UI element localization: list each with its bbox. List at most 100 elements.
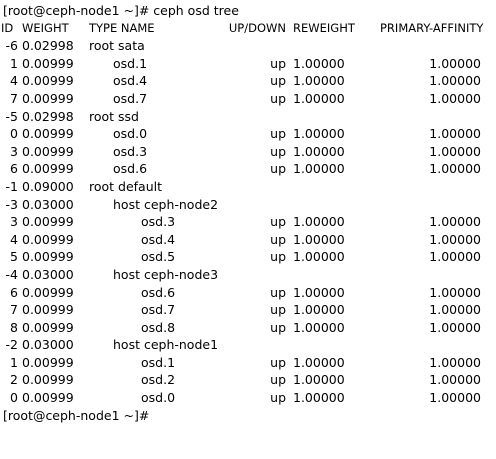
row-name: root ssd <box>89 108 139 124</box>
row-name: osd.6 <box>113 161 148 177</box>
row-reweight: 1.00000 <box>293 55 345 71</box>
row-id: 7 <box>10 90 18 106</box>
row-weight: 0.00999 <box>22 73 74 89</box>
table-row: 1 0.00999 osd.1 up 1.00000 1.00000 <box>0 55 496 73</box>
table-row: 1 0.00999 osd.1 up 1.00000 1.00000 <box>0 354 496 372</box>
row-id: -1 <box>5 178 18 194</box>
row-id: -5 <box>5 108 18 124</box>
row-weight: 0.00999 <box>22 354 74 370</box>
row-reweight: 1.00000 <box>293 284 345 300</box>
row-affinity: 1.00000 <box>429 390 481 406</box>
row-weight: 0.00999 <box>22 126 74 142</box>
row-status: up <box>270 231 286 247</box>
row-id: 6 <box>10 161 18 177</box>
row-affinity: 1.00000 <box>429 231 481 247</box>
row-name: osd.8 <box>141 319 176 335</box>
row-name: osd.3 <box>113 143 148 159</box>
row-id: 1 <box>10 55 18 71</box>
header-id: ID <box>1 20 14 35</box>
row-weight: 0.00999 <box>22 390 74 406</box>
row-name: osd.3 <box>141 214 176 230</box>
row-status: up <box>270 249 286 265</box>
table-row: -5 0.02998 root ssd <box>0 108 496 126</box>
row-affinity: 1.00000 <box>429 249 481 265</box>
row-status: up <box>270 284 286 300</box>
row-affinity: 1.00000 <box>429 73 481 89</box>
row-reweight: 1.00000 <box>293 126 345 142</box>
row-name: osd.0 <box>141 390 176 406</box>
row-id: 3 <box>10 214 18 230</box>
row-id: 8 <box>10 319 18 335</box>
row-status: up <box>270 143 286 159</box>
table-row: -2 0.03000 host ceph-node1 <box>0 336 496 354</box>
final-prompt-line: [root@ceph-node1 ~]# <box>0 407 496 425</box>
final-prompt: [root@ceph-node1 ~]# <box>3 407 150 423</box>
row-name: osd.0 <box>113 126 148 142</box>
row-name: osd.6 <box>141 284 176 300</box>
table-row: 4 0.00999 osd.4 up 1.00000 1.00000 <box>0 231 496 249</box>
table-row: -1 0.09000 root default <box>0 178 496 196</box>
row-weight: 0.09000 <box>22 178 74 194</box>
table-row: 8 0.00999 osd.8 up 1.00000 1.00000 <box>0 319 496 337</box>
row-affinity: 1.00000 <box>429 354 481 370</box>
row-status: up <box>270 161 286 177</box>
row-reweight: 1.00000 <box>293 161 345 177</box>
row-affinity: 1.00000 <box>429 302 481 318</box>
row-id: 7 <box>10 302 18 318</box>
row-weight: 0.02998 <box>22 38 74 54</box>
row-name: host ceph-node2 <box>113 196 219 212</box>
row-id: 6 <box>10 284 18 300</box>
row-reweight: 1.00000 <box>293 302 345 318</box>
row-name: osd.7 <box>141 302 176 318</box>
row-reweight: 1.00000 <box>293 354 345 370</box>
table-row: 0 0.00999 osd.0 up 1.00000 1.00000 <box>0 125 496 143</box>
row-weight: 0.00999 <box>22 302 74 318</box>
row-affinity: 1.00000 <box>429 284 481 300</box>
row-name: osd.1 <box>141 354 176 370</box>
row-id: -6 <box>5 38 18 54</box>
row-id: 4 <box>10 231 18 247</box>
row-weight: 0.00999 <box>22 249 74 265</box>
row-affinity: 1.00000 <box>429 161 481 177</box>
row-name: root default <box>89 178 163 194</box>
row-affinity: 1.00000 <box>429 319 481 335</box>
row-id: 5 <box>10 249 18 265</box>
row-name: host ceph-node1 <box>113 337 219 353</box>
row-status: up <box>270 354 286 370</box>
row-reweight: 1.00000 <box>293 231 345 247</box>
command-prompt: [root@ceph-node1 ~]# ceph osd tree <box>3 3 239 18</box>
row-name: osd.4 <box>141 231 176 247</box>
table-row: 3 0.00999 osd.3 up 1.00000 1.00000 <box>0 143 496 161</box>
row-weight: 0.00999 <box>22 284 74 300</box>
row-weight: 0.00999 <box>22 214 74 230</box>
header-weight: WEIGHT <box>22 20 69 35</box>
row-weight: 0.00999 <box>22 372 74 388</box>
table-row: 3 0.00999 osd.3 up 1.00000 1.00000 <box>0 213 496 231</box>
row-weight: 0.00999 <box>22 143 74 159</box>
row-name: osd.2 <box>141 372 176 388</box>
row-status: up <box>270 302 286 318</box>
row-affinity: 1.00000 <box>429 55 481 71</box>
row-status: up <box>270 372 286 388</box>
row-affinity: 1.00000 <box>429 214 481 230</box>
table-row: 6 0.00999 osd.6 up 1.00000 1.00000 <box>0 284 496 302</box>
row-weight: 0.03000 <box>22 196 74 212</box>
row-name: root sata <box>89 38 145 54</box>
row-reweight: 1.00000 <box>293 73 345 89</box>
table-row: -6 0.02998 root sata <box>0 37 496 55</box>
row-id: 0 <box>10 390 18 406</box>
row-affinity: 1.00000 <box>429 372 481 388</box>
row-status: up <box>270 55 286 71</box>
row-affinity: 1.00000 <box>429 143 481 159</box>
row-status: up <box>270 214 286 230</box>
row-weight: 0.00999 <box>22 319 74 335</box>
row-name: osd.5 <box>141 249 176 265</box>
table-row: 7 0.00999 osd.7 up 1.00000 1.00000 <box>0 90 496 108</box>
row-reweight: 1.00000 <box>293 390 345 406</box>
table-row: 2 0.00999 osd.2 up 1.00000 1.00000 <box>0 371 496 389</box>
row-name: host ceph-node3 <box>113 266 219 282</box>
row-reweight: 1.00000 <box>293 214 345 230</box>
terminal-window[interactable]: [root@ceph-node1 ~]# ceph osd tree ID WE… <box>0 0 496 423</box>
row-reweight: 1.00000 <box>293 249 345 265</box>
header-primary-affinity: PRIMARY-AFFINITY <box>380 20 484 35</box>
